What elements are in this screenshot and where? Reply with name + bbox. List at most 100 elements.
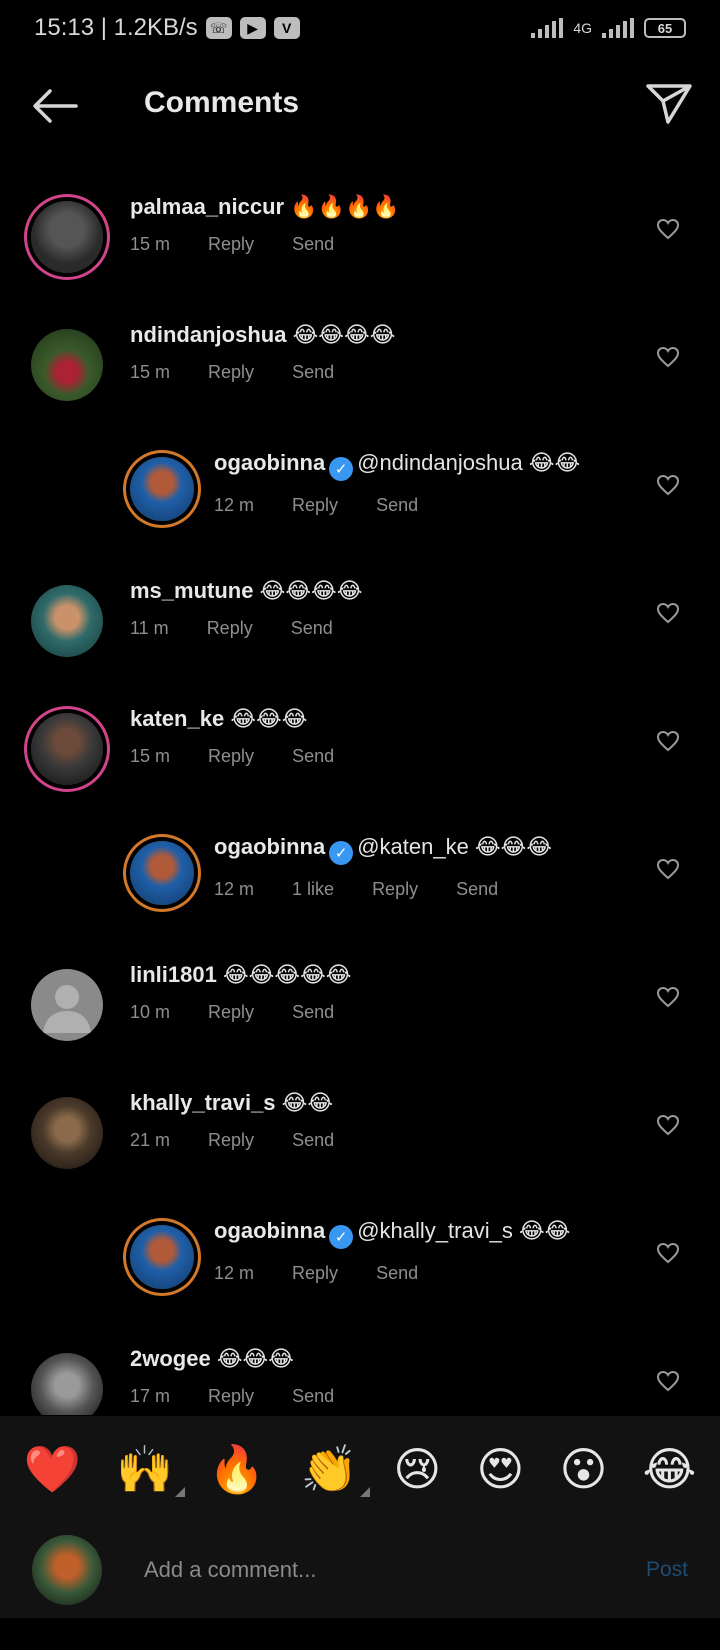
comment-input[interactable]: [142, 1549, 606, 1591]
status-time: 15:13 | 1.2KB/s: [34, 14, 198, 41]
comment-username[interactable]: ogaobinna: [214, 1218, 325, 1243]
comment-username[interactable]: linli1801: [130, 962, 217, 987]
send-button[interactable]: Send: [292, 1002, 334, 1023]
status-right: 4G 65: [531, 18, 686, 38]
whatsapp-icon: ☏: [205, 17, 232, 39]
send-button[interactable]: Send: [292, 1386, 334, 1407]
skin-tone-indicator-icon: [360, 1486, 371, 1497]
reply-button[interactable]: Reply: [292, 495, 338, 516]
send-icon[interactable]: [644, 80, 694, 126]
avatar[interactable]: [130, 841, 194, 905]
comment-time: 10 m: [130, 1002, 171, 1022]
likes-count[interactable]: 1 like: [292, 879, 334, 900]
comment-item: 2wogee 😂😂😂 17 m Reply Send: [0, 1332, 720, 1415]
heart-icon[interactable]: [656, 858, 680, 880]
emoji-crying[interactable]: 😢: [393, 1442, 441, 1496]
back-arrow-icon[interactable]: [30, 86, 80, 126]
avatar[interactable]: [130, 1225, 194, 1289]
emoji-clap[interactable]: 👏: [301, 1442, 371, 1497]
reply-button[interactable]: Reply: [207, 618, 253, 639]
comment-list: palmaa_niccur 🔥🔥🔥🔥 15 m Reply Send ndindan…: [0, 170, 720, 1415]
heart-icon[interactable]: [656, 218, 680, 240]
send-button[interactable]: Send: [292, 362, 334, 383]
comment-item: ndindanjoshua 😂😂😂😂 15 m Reply Send: [0, 308, 720, 418]
reply-button[interactable]: Reply: [208, 1130, 254, 1151]
avatar[interactable]: [31, 1097, 103, 1169]
send-button[interactable]: Send: [291, 618, 333, 639]
comment-reply: ogaobinna ✓ @ndindanjoshua 😂😂 12 m Reply Sen…: [0, 436, 720, 546]
avatar[interactable]: [31, 201, 103, 273]
reply-button[interactable]: Reply: [292, 1263, 338, 1284]
signal-icon-2: [602, 18, 634, 38]
comment-username[interactable]: 2wogee: [130, 1346, 211, 1371]
network-label: 4G: [573, 20, 592, 36]
avatar[interactable]: [31, 969, 103, 1041]
emoji-bar: ❤️ 🙌 🔥 👏 😢 😍 😮 😂: [0, 1416, 720, 1522]
heart-icon[interactable]: [656, 346, 680, 368]
comment-reply: ogaobinna ✓ @khally_travi_s 😂😂 12 m Reply Se…: [0, 1204, 720, 1314]
emoji-raised-hands[interactable]: 🙌: [116, 1442, 186, 1497]
comment-time: 11 m: [130, 618, 169, 638]
send-button[interactable]: Send: [456, 879, 498, 900]
comment-text: 🔥🔥🔥🔥: [290, 194, 400, 219]
avatar[interactable]: [31, 1353, 103, 1415]
comment-body: 2wogee 😂😂😂 17 m Reply Send: [130, 1346, 334, 1407]
avatar[interactable]: [130, 457, 194, 521]
battery-icon: 65: [644, 18, 686, 38]
comment-body: palmaa_niccur 🔥🔥🔥🔥 15 m Reply Send: [130, 194, 400, 255]
avatar[interactable]: [31, 329, 103, 401]
avatar[interactable]: [31, 713, 103, 785]
heart-icon[interactable]: [656, 602, 680, 624]
verified-badge-icon: ✓: [329, 841, 354, 865]
comment-username[interactable]: ogaobinna: [214, 450, 325, 475]
comment-body: khally_travi_s 😂😂 21 m Reply Send: [130, 1090, 334, 1151]
comment-username[interactable]: palmaa_niccur: [130, 194, 284, 219]
reply-button[interactable]: Reply: [208, 1002, 254, 1023]
send-button[interactable]: Send: [376, 495, 418, 516]
emoji-heart-eyes[interactable]: 😍: [476, 1442, 524, 1496]
send-button[interactable]: Send: [292, 746, 334, 767]
comment-text: 😂😂😂: [216, 1346, 294, 1371]
comment-time: 12 m: [214, 1263, 255, 1283]
heart-icon[interactable]: [656, 1242, 680, 1264]
comment-text: 😂😂😂😂: [259, 578, 363, 603]
post-button[interactable]: Post: [646, 1558, 688, 1582]
comment-body: ogaobinna ✓ @ndindanjoshua 😂😂 12 m Reply Sen…: [214, 450, 580, 516]
emoji-surprised[interactable]: 😮: [559, 1442, 607, 1496]
comment-username[interactable]: katen_ke: [130, 706, 224, 731]
comment-username[interactable]: ogaobinna: [214, 834, 325, 859]
heart-icon[interactable]: [656, 986, 680, 1008]
reply-button[interactable]: Reply: [208, 1386, 254, 1407]
comment-username[interactable]: ms_mutune: [130, 578, 253, 603]
reply-button[interactable]: Reply: [372, 879, 418, 900]
comment-body: ogaobinna ✓ @katen_ke 😂😂😂 12 m 1 like Reply S…: [214, 834, 552, 900]
reply-button[interactable]: Reply: [208, 234, 254, 255]
emoji-heart[interactable]: ❤️: [24, 1442, 81, 1497]
status-left: 15:13 | 1.2KB/s ☏ ▶ V: [34, 14, 300, 42]
comment-text: 😂😂😂: [230, 706, 308, 731]
comment-body: ogaobinna ✓ @khally_travi_s 😂😂 12 m Reply Se…: [214, 1218, 570, 1284]
heart-icon[interactable]: [656, 1370, 680, 1392]
comment-time: 15 m: [130, 362, 171, 382]
emoji-fire[interactable]: 🔥: [208, 1442, 265, 1497]
emoji-laughing[interactable]: 😂: [643, 1442, 697, 1496]
comment-username[interactable]: khally_travi_s: [130, 1090, 276, 1115]
avatar[interactable]: [31, 585, 103, 657]
page-title: Comments: [144, 86, 300, 119]
heart-icon[interactable]: [656, 1114, 680, 1136]
comment-username[interactable]: ndindanjoshua: [130, 322, 286, 347]
reply-button[interactable]: Reply: [208, 362, 254, 383]
send-button[interactable]: Send: [376, 1263, 418, 1284]
reply-button[interactable]: Reply: [208, 746, 254, 767]
comment-time: 15 m: [130, 746, 171, 766]
signal-icon: [531, 18, 564, 38]
comment-time: 12 m: [214, 495, 255, 515]
send-button[interactable]: Send: [292, 234, 334, 255]
send-button[interactable]: Send: [292, 1130, 334, 1151]
heart-icon[interactable]: [656, 730, 680, 752]
verified-badge-icon: ✓: [329, 1225, 354, 1249]
skin-tone-indicator-icon: [175, 1486, 186, 1497]
comment-text: 😂😂😂😂😂: [222, 962, 352, 987]
heart-icon[interactable]: [656, 474, 680, 496]
comment-item: palmaa_niccur 🔥🔥🔥🔥 15 m Reply Send: [0, 180, 720, 290]
